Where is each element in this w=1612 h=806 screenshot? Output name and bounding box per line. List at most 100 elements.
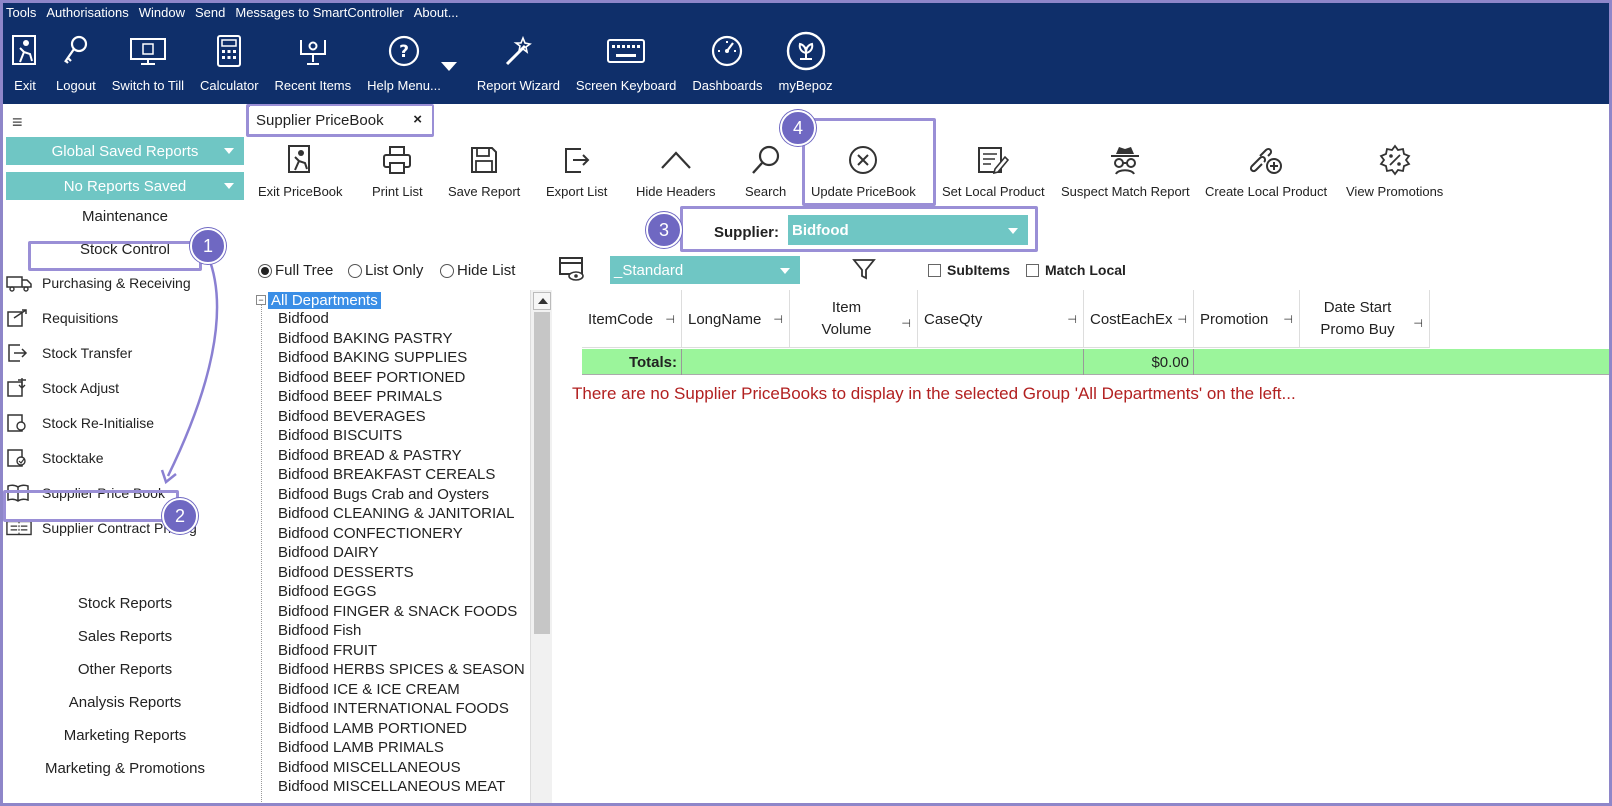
tree-item[interactable]: Bidfood DESSERTS bbox=[278, 564, 414, 584]
update-pricebook-button[interactable]: Update PriceBook bbox=[811, 140, 916, 206]
layout-view-icon[interactable] bbox=[558, 256, 586, 285]
tree-item[interactable]: Bidfood FINGER & SNACK FOODS bbox=[278, 603, 517, 623]
column-date-start-promo-buy[interactable]: Date Start Promo Buy ⊣ bbox=[1300, 290, 1430, 348]
tree-item[interactable]: Bidfood BEVERAGES bbox=[278, 408, 426, 428]
exit-pricebook-button[interactable]: Exit PriceBook bbox=[258, 140, 343, 206]
sidebar-item-stocktake[interactable]: Stocktake bbox=[6, 447, 103, 469]
column-longname[interactable]: LongName ⊣ bbox=[682, 290, 790, 348]
tree-item[interactable]: Bidfood HERBS SPICES & SEASON bbox=[278, 661, 525, 681]
sidebar-other-reports[interactable]: Other Reports bbox=[0, 661, 250, 678]
pin-icon[interactable]: ⊣ bbox=[1067, 313, 1077, 326]
hide-list-radio[interactable]: Hide List bbox=[440, 262, 515, 279]
column-itemcode[interactable]: ItemCode ⊣ bbox=[582, 290, 682, 348]
search-button[interactable]: Search bbox=[745, 140, 786, 206]
tree-item[interactable]: Bidfood DAIRY bbox=[278, 544, 379, 564]
tree-item[interactable]: Bidfood Fish bbox=[278, 622, 361, 642]
menu-about[interactable]: About... bbox=[414, 5, 459, 23]
mybepoz-button[interactable]: myBepoz bbox=[770, 30, 840, 100]
filter-icon[interactable] bbox=[852, 257, 876, 284]
close-icon[interactable]: × bbox=[413, 111, 422, 128]
tree-item[interactable]: Bidfood BREAKFAST CEREALS bbox=[278, 466, 495, 486]
tree-item[interactable]: Bidfood bbox=[278, 310, 329, 330]
match-local-checkbox[interactable]: Match Local bbox=[1026, 262, 1126, 278]
menu-tools[interactable]: Tools bbox=[6, 5, 36, 23]
sidebar-sales-reports[interactable]: Sales Reports bbox=[0, 628, 250, 645]
tree-item[interactable]: Bidfood LAMB PRIMALS bbox=[278, 739, 444, 759]
exit-button[interactable]: Exit bbox=[0, 30, 48, 100]
sidebar-item-stock-transfer[interactable]: Stock Transfer bbox=[6, 342, 132, 364]
scroll-thumb[interactable] bbox=[534, 312, 550, 634]
logout-button[interactable]: Logout bbox=[48, 30, 104, 100]
layout-dropdown[interactable]: _Standard bbox=[610, 256, 800, 284]
save-report-button[interactable]: Save Report bbox=[448, 140, 520, 206]
view-promotions-button[interactable]: View Promotions bbox=[1346, 140, 1443, 206]
set-local-product-button[interactable]: Set Local Product bbox=[942, 140, 1045, 206]
sidebar-item-supplier-price-book[interactable]: Supplier Price Book bbox=[6, 482, 165, 504]
tree-item[interactable]: Bidfood INTERNATIONAL FOODS bbox=[278, 700, 509, 720]
column-costeachex[interactable]: CostEachEx ⊣ bbox=[1084, 290, 1194, 348]
report-wizard-button[interactable]: Report Wizard bbox=[469, 30, 568, 100]
export-list-button[interactable]: Export List bbox=[546, 140, 607, 206]
suspect-match-report-button[interactable]: Suspect Match Report bbox=[1061, 140, 1190, 206]
tree-item[interactable]: Bidfood LAMB PORTIONED bbox=[278, 720, 467, 740]
tree-item[interactable]: Bidfood BAKING PASTRY bbox=[278, 330, 453, 350]
tree-item[interactable]: Bidfood MISCELLANEOUS bbox=[278, 759, 461, 779]
column-item-volume[interactable]: Item Volume ⊣ bbox=[790, 290, 918, 348]
no-reports-saved-dropdown[interactable]: No Reports Saved bbox=[6, 172, 244, 200]
column-caseqty[interactable]: CaseQty ⊣ bbox=[918, 290, 1084, 348]
pin-icon[interactable]: ⊣ bbox=[665, 313, 675, 326]
tree-item[interactable]: Bidfood ICE & ICE CREAM bbox=[278, 681, 460, 701]
calculator-button[interactable]: Calculator bbox=[192, 30, 267, 100]
menu-messages[interactable]: Messages to SmartController bbox=[235, 5, 403, 23]
menu-send[interactable]: Send bbox=[195, 5, 225, 23]
hamburger-menu-icon[interactable]: ≡ bbox=[12, 112, 23, 133]
tree-item[interactable]: Bidfood EGGS bbox=[278, 583, 376, 603]
pin-icon[interactable]: ⊣ bbox=[1177, 313, 1187, 326]
sidebar-item-stock-reinitialise[interactable]: Stock Re-Initialise bbox=[6, 412, 154, 434]
tree-item[interactable]: Bidfood MISCELLANEOUS MEAT bbox=[278, 778, 505, 798]
dashboards-button[interactable]: Dashboards bbox=[684, 30, 770, 100]
sidebar-maintenance[interactable]: Maintenance bbox=[0, 208, 250, 225]
global-saved-reports-dropdown[interactable]: Global Saved Reports bbox=[6, 137, 244, 165]
tree-item[interactable]: Bidfood BAKING SUPPLIES bbox=[278, 349, 467, 369]
scroll-up-icon[interactable] bbox=[533, 292, 551, 310]
column-promotion[interactable]: Promotion ⊣ bbox=[1194, 290, 1300, 348]
menu-authorisations[interactable]: Authorisations bbox=[46, 5, 128, 23]
create-local-product-button[interactable]: Create Local Product bbox=[1205, 140, 1327, 206]
tree-item[interactable]: Bidfood BISCUITS bbox=[278, 427, 402, 447]
sidebar-item-requisitions[interactable]: Requisitions bbox=[6, 307, 118, 329]
tree-item[interactable]: Bidfood Bugs Crab and Oysters bbox=[278, 486, 489, 506]
recent-items-button[interactable]: Recent Items bbox=[267, 30, 360, 100]
pin-icon[interactable]: ⊣ bbox=[1413, 313, 1423, 335]
tree-item[interactable]: Bidfood BEEF PORTIONED bbox=[278, 369, 465, 389]
print-list-button[interactable]: Print List bbox=[372, 140, 423, 206]
help-dropdown-arrow-icon[interactable] bbox=[440, 62, 457, 71]
menu-window[interactable]: Window bbox=[139, 5, 185, 23]
screen-keyboard-button[interactable]: Screen Keyboard bbox=[568, 30, 684, 100]
pin-icon[interactable]: ⊣ bbox=[901, 313, 911, 335]
sidebar-stock-reports[interactable]: Stock Reports bbox=[0, 595, 250, 612]
tree-item[interactable]: Bidfood CONFECTIONERY bbox=[278, 525, 463, 545]
tree-item[interactable]: Bidfood BEEF PRIMALS bbox=[278, 388, 442, 408]
collapse-icon[interactable]: − bbox=[256, 295, 266, 305]
tree-scrollbar[interactable] bbox=[530, 290, 552, 806]
pin-icon[interactable]: ⊣ bbox=[1283, 313, 1293, 326]
switch-to-till-button[interactable]: Switch to Till bbox=[104, 30, 192, 100]
help-menu-button[interactable]: ? Help Menu... bbox=[359, 30, 445, 100]
sidebar-analysis-reports[interactable]: Analysis Reports bbox=[0, 694, 250, 711]
sidebar-marketing-promotions[interactable]: Marketing & Promotions bbox=[0, 760, 250, 777]
pricebook-grid: ItemCode ⊣ LongName ⊣ Item Volume ⊣ CaseQty… bbox=[556, 290, 1612, 806]
subitems-checkbox[interactable]: SubItems bbox=[928, 262, 1010, 278]
tab-supplier-pricebook[interactable]: Supplier PriceBook × bbox=[250, 106, 432, 134]
sidebar-item-stock-adjust[interactable]: Stock Adjust bbox=[6, 377, 119, 399]
full-tree-radio[interactable]: Full Tree bbox=[258, 262, 333, 279]
tree-root-all-departments[interactable]: − All Departments bbox=[256, 290, 381, 310]
pin-icon[interactable]: ⊣ bbox=[773, 313, 783, 326]
list-only-radio[interactable]: List Only bbox=[348, 262, 423, 279]
sidebar-marketing-reports[interactable]: Marketing Reports bbox=[0, 727, 250, 744]
supplier-dropdown[interactable]: Bidfood bbox=[788, 215, 1028, 245]
hide-headers-button[interactable]: Hide Headers bbox=[636, 140, 716, 206]
tree-item[interactable]: Bidfood BREAD & PASTRY bbox=[278, 447, 462, 467]
tree-item[interactable]: Bidfood FRUIT bbox=[278, 642, 377, 662]
tree-item[interactable]: Bidfood CLEANING & JANITORIAL bbox=[278, 505, 514, 525]
